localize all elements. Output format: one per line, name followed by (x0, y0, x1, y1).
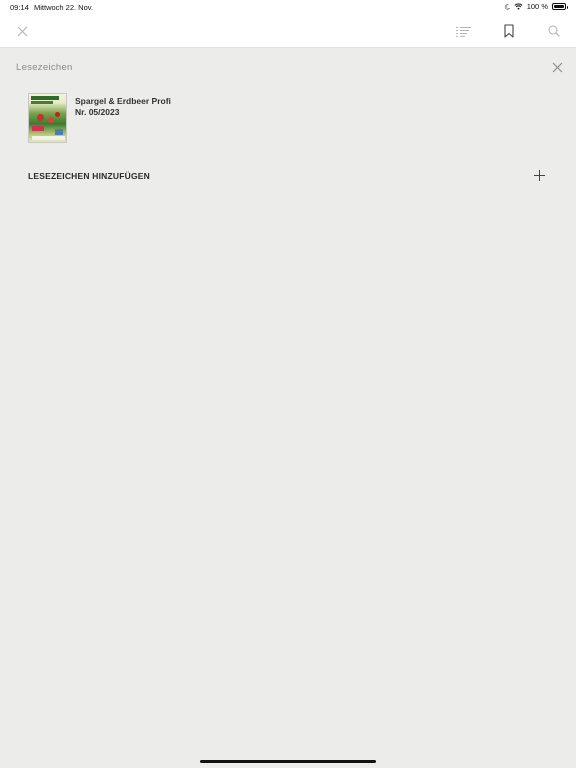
moon-icon (504, 3, 510, 10)
close-panel-button[interactable] (551, 61, 564, 74)
status-indicators: 100 % (504, 2, 568, 11)
add-bookmark-label: LESEZEICHEN HINZUFÜGEN (28, 171, 150, 181)
list-icon (455, 26, 471, 37)
table-of-contents-button[interactable] (454, 22, 472, 40)
close-icon (552, 62, 563, 73)
plus-icon (534, 170, 545, 181)
search-icon (548, 25, 560, 37)
bookmark-issue: Nr. 05/2023 (75, 107, 120, 117)
bookmark-icon (504, 24, 514, 38)
bookmark-item[interactable]: Spargel & Erdbeer Profi Nr. 05/2023 (28, 93, 228, 145)
wifi-icon (514, 3, 523, 10)
status-date: Mittwoch 22. Nov. (34, 3, 94, 12)
home-indicator[interactable] (200, 760, 376, 763)
battery-percentage: 100 % (526, 2, 548, 11)
add-bookmark-button[interactable]: LESEZEICHEN HINZUFÜGEN (28, 167, 548, 185)
magazine-cover-thumbnail (28, 93, 67, 143)
battery-icon (552, 3, 568, 10)
bookmarks-panel: Lesezeichen Spargel & Erdbeer Profi Nr. … (0, 49, 576, 768)
bookmarks-button[interactable] (500, 22, 518, 40)
reader-toolbar (0, 14, 576, 48)
bookmark-text: Spargel & Erdbeer Profi Nr. 05/2023 (75, 93, 171, 145)
panel-title: Lesezeichen (16, 62, 73, 73)
status-time: 09:14 (10, 3, 29, 12)
bookmark-title: Spargel & Erdbeer Profi (75, 96, 171, 106)
status-bar: 09:14 Mittwoch 22. Nov. 100 % (0, 0, 576, 14)
close-icon (17, 26, 27, 36)
close-reader-button[interactable] (13, 22, 31, 40)
search-button[interactable] (545, 22, 563, 40)
